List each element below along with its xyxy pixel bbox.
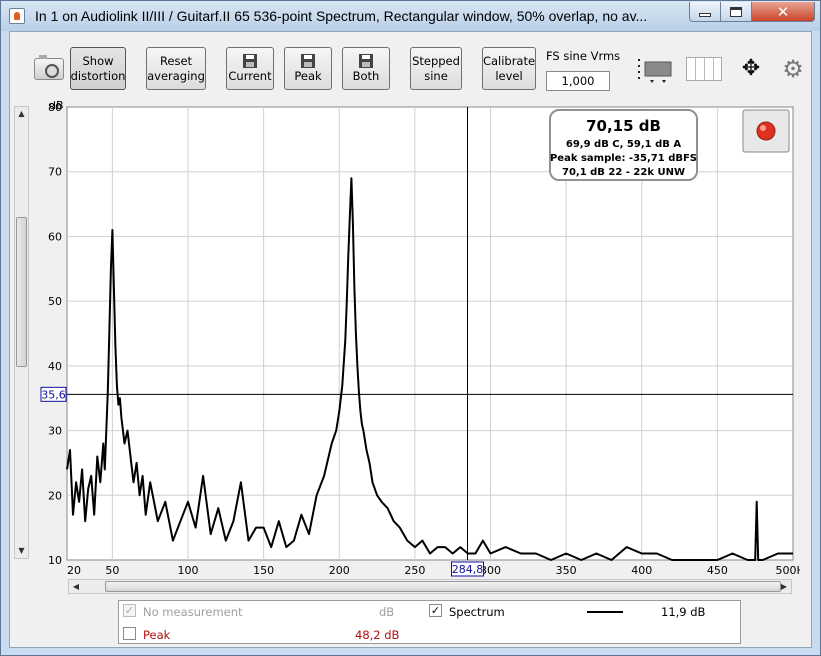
show-distortion-label-2: distortion [70, 68, 126, 83]
spectrum-chart-svg[interactable]: 2050100150200250300350400450500Hz1020304… [30, 98, 811, 578]
cursor-y-readout: 35,6 [40, 386, 67, 402]
x-tick-label: 350 [556, 564, 577, 577]
no-measurement-label: No measurement [143, 605, 243, 619]
reset-averaging-label-2: averaging [147, 68, 205, 83]
record-icon [756, 121, 776, 141]
legend-panel: ✓ No measurement dB ✓ Spectrum 11,9 dB P… [118, 600, 741, 644]
gear-icon[interactable]: ⚙ [780, 56, 806, 82]
java-app-icon[interactable] [9, 8, 25, 24]
x-tick-label: 150 [253, 564, 274, 577]
calibrate-level-button[interactable]: Calibrate level [482, 47, 536, 90]
spectrum-chart[interactable]: 2050100150200250300350400450500Hz1020304… [30, 98, 811, 578]
x-tick-label: 200 [329, 564, 350, 577]
record-button[interactable] [742, 109, 790, 153]
x-tick-label: 20 [67, 564, 81, 577]
scroll-right-icon[interactable]: ▶ [777, 580, 791, 593]
fs-sine-label: FS sine Vrms [546, 49, 621, 63]
level-readout-weighted: 69,9 dB C, 59,1 dB A [566, 139, 681, 150]
maximize-button[interactable] [720, 2, 752, 22]
reset-averaging-button[interactable]: Reset averaging [146, 47, 206, 90]
horizontal-scroll-thumb[interactable] [105, 581, 781, 592]
pan-arrows-icon[interactable]: ✥ [734, 54, 768, 84]
level-readout-main: 70,15 dB [586, 117, 661, 135]
y-tick-label: 50 [48, 295, 62, 308]
scroll-down-icon[interactable]: ▼ [15, 544, 28, 558]
save-icon [359, 53, 373, 68]
vertical-scrollbar[interactable]: ▲ ▼ [14, 106, 29, 559]
maximize-icon [730, 6, 742, 17]
save-current-button[interactable]: Current [226, 47, 274, 90]
horizontal-scrollbar[interactable]: ◀ ▶ [68, 579, 792, 594]
cursor-y-readout-text: 35,6 [41, 388, 66, 401]
x-tick-label: 50 [105, 564, 119, 577]
stepped-sine-label-1: Stepped [412, 53, 460, 68]
peak-legend-label: Peak [143, 628, 171, 642]
calibrate-level-label-2: level [495, 68, 523, 83]
spectrum-panel: Show distortion Reset averaging Current … [9, 31, 812, 648]
x-tick-label: 250 [404, 564, 425, 577]
level-meter-icon[interactable] [636, 56, 676, 84]
cursor-x-readout: 284,8 [451, 561, 485, 577]
level-readout-box: 70,15 dB 69,9 dB C, 59,1 dB A Peak sampl… [549, 109, 698, 181]
spectrum-checkbox[interactable]: ✓ [429, 604, 442, 617]
y-tick-label: 20 [48, 489, 62, 502]
y-tick-label: 30 [48, 425, 62, 438]
show-distortion-label-1: Show [82, 53, 114, 68]
y-tick-label: 70 [48, 166, 62, 179]
show-distortion-button[interactable]: Show distortion [70, 47, 126, 90]
peak-label: Peak [294, 68, 322, 83]
level-readout-unweighted: 70,1 dB 22 - 22k UNW [562, 167, 685, 178]
close-icon: ✕ [776, 2, 790, 21]
save-both-button[interactable]: Both [342, 47, 390, 90]
peak-checkbox[interactable] [123, 627, 136, 640]
camera-icon[interactable] [34, 55, 64, 80]
current-label: Current [228, 68, 272, 83]
x-tick-label: 400 [631, 564, 652, 577]
spectrum-label: Spectrum [449, 605, 505, 619]
save-icon [301, 53, 315, 68]
save-icon [243, 53, 257, 68]
y-tick-label: 40 [48, 360, 62, 373]
y-tick-label: 60 [48, 230, 62, 243]
minimize-icon [699, 12, 711, 17]
spectrum-value: 11,9 dB [661, 605, 706, 619]
cursor-x-readout-text: 284,8 [452, 563, 484, 576]
no-measurement-checkbox[interactable]: ✓ [123, 604, 136, 617]
title-bar[interactable]: In 1 on Audiolink II/III / Guitarf.II 65… [1, 1, 820, 31]
fs-sine-input[interactable] [546, 71, 610, 91]
app-window: In 1 on Audiolink II/III / Guitarf.II 65… [0, 0, 821, 656]
record-icon-highlight [760, 125, 766, 131]
stepped-sine-button[interactable]: Stepped sine [410, 47, 462, 90]
x-tick-label: 100 [178, 564, 199, 577]
peak-value: 48,2 dB [355, 628, 400, 642]
vertical-scroll-thumb[interactable] [16, 217, 27, 367]
spectrum-line-sample [587, 611, 623, 613]
reset-averaging-label-1: Reset [159, 53, 193, 68]
grid-toggle-icon[interactable] [686, 57, 722, 81]
close-button[interactable]: ✕ [751, 2, 815, 22]
scroll-up-icon[interactable]: ▲ [15, 107, 28, 121]
x-tick-label: 450 [707, 564, 728, 577]
y-axis-label: dB [49, 99, 64, 112]
x-tick-label: 500Hz [775, 564, 800, 577]
stepped-sine-label-2: sine [424, 68, 448, 83]
window-title: In 1 on Audiolink II/III / Guitarf.II 65… [35, 8, 648, 24]
minimize-button[interactable] [689, 2, 721, 22]
scroll-left-icon[interactable]: ◀ [69, 580, 83, 593]
level-readout-peak-sample: Peak sample: -35,71 dBFS [550, 153, 697, 164]
calibrate-level-label-1: Calibrate [482, 53, 536, 68]
no-measurement-unit: dB [379, 605, 395, 619]
y-tick-label: 10 [48, 554, 62, 567]
both-label: Both [352, 68, 380, 83]
save-peak-button[interactable]: Peak [284, 47, 332, 90]
